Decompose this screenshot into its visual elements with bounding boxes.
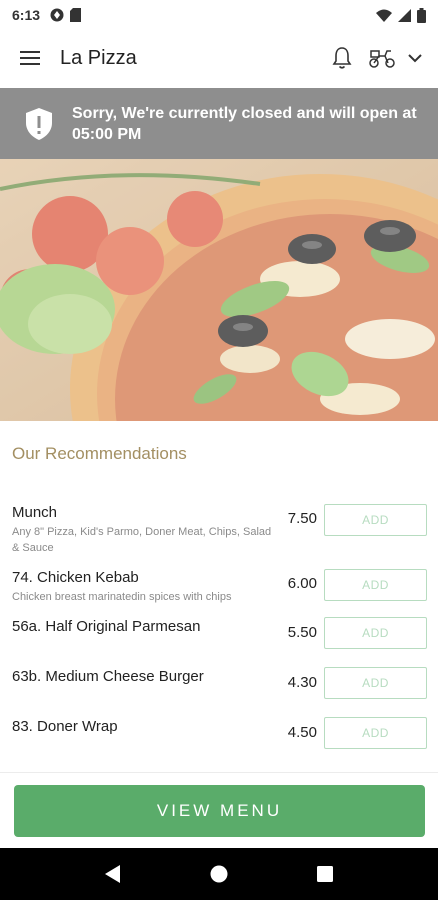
item-price: 4.50: [287, 724, 317, 741]
hero-pizza-image: [0, 159, 438, 421]
item-price: 5.50: [287, 624, 317, 641]
footer-divider: [0, 772, 438, 773]
shield-alert-icon: [26, 107, 52, 140]
add-button[interactable]: ADD: [324, 569, 427, 601]
battery-icon: [417, 7, 426, 23]
item-name: Munch: [12, 504, 58, 521]
item-name: 56a. Half Original Parmesan: [12, 618, 201, 635]
notification-app-icon: [50, 8, 64, 22]
status-bar: 6:13: [0, 0, 438, 30]
recents-button[interactable]: [305, 854, 345, 894]
menu-button[interactable]: [16, 44, 44, 72]
closed-message: Sorry, We're currently closed and will o…: [72, 104, 417, 143]
status-notification-icons: [50, 8, 82, 22]
status-time: 6:13: [12, 7, 41, 23]
view-menu-button[interactable]: VIEW MENU: [14, 785, 425, 837]
menu-icon: [20, 51, 40, 65]
bell-icon: [332, 47, 352, 69]
add-button[interactable]: ADD: [324, 504, 427, 536]
item-description: Any 8" Pizza, Kid's Parmo, Doner Meat, C…: [12, 526, 272, 554]
item-description: Chicken breast marinatedin spices with c…: [12, 591, 232, 603]
status-system-icons: [376, 7, 426, 23]
app-actions: [332, 46, 422, 70]
add-button[interactable]: ADD: [324, 717, 427, 749]
home-button[interactable]: [199, 854, 239, 894]
wifi-icon: [376, 9, 392, 22]
item-price: 7.50: [287, 510, 317, 527]
closed-banner: Sorry, We're currently closed and will o…: [0, 88, 438, 159]
pizza-illustration: [0, 159, 438, 421]
recents-icon: [317, 866, 333, 882]
item-name: 63b. Medium Cheese Burger: [12, 668, 204, 685]
item-price: 4.30: [287, 674, 317, 691]
item-name: 83. Doner Wrap: [12, 718, 118, 735]
system-nav-bar: [0, 848, 438, 900]
app-title: La Pizza: [60, 46, 137, 69]
app-bar: La Pizza: [0, 30, 438, 86]
delivery-scooter-icon: [369, 50, 395, 68]
sd-card-icon: [70, 8, 82, 22]
recommendations-title: Our Recommendations: [12, 444, 187, 463]
item-name: 74. Chicken Kebab: [12, 569, 139, 586]
back-button[interactable]: [93, 854, 133, 894]
notifications-button[interactable]: [332, 46, 352, 70]
add-button[interactable]: ADD: [324, 667, 427, 699]
item-price: 6.00: [287, 575, 317, 592]
chevron-down-icon: [408, 53, 422, 62]
order-mode-selector[interactable]: [368, 47, 422, 69]
home-icon: [210, 865, 228, 883]
add-button[interactable]: ADD: [324, 617, 427, 649]
cell-signal-icon: [398, 8, 411, 22]
back-icon: [105, 865, 120, 883]
